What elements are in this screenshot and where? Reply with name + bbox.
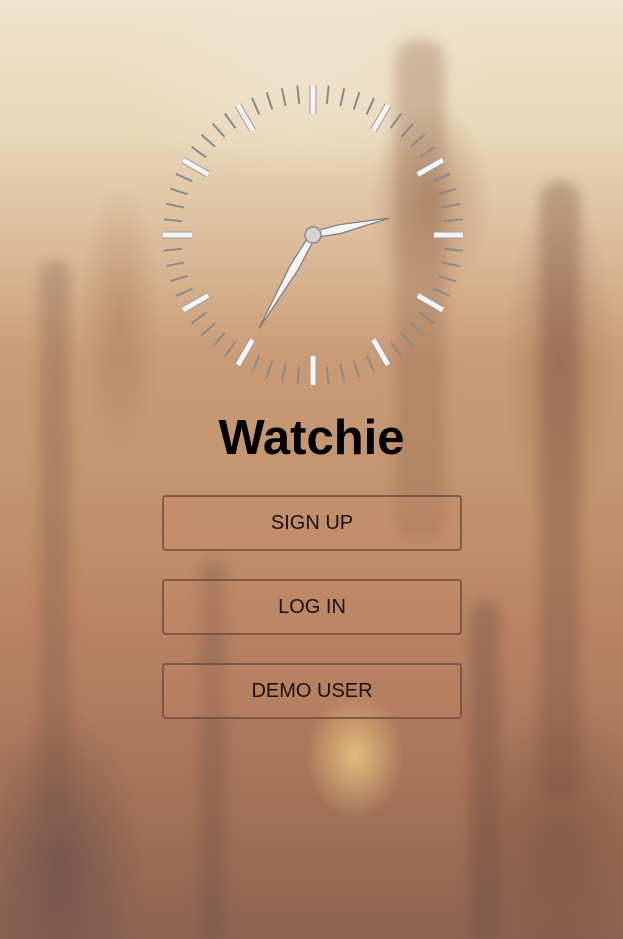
clock-hour-hand [311,217,390,239]
clock-minute-tick [166,202,185,209]
clock-minute-tick [438,187,456,196]
app-title: Watchie [218,411,405,465]
clock-minute-tick [325,366,330,385]
clock-hour-tick [371,338,391,367]
clock-minute-tick [166,261,185,268]
clock-minute-tick [191,311,207,324]
clock-minute-tick [170,274,188,283]
clock-hour-tick [235,103,255,132]
clock-minute-tick [352,360,361,378]
clock-minute-tick [410,322,426,337]
analog-clock [163,85,463,385]
clock-center-hub [304,226,322,244]
clock-minute-tick [175,173,193,183]
clock-minute-tick [400,122,415,138]
clock-minute-tick [296,85,301,104]
clock-minute-tick [389,113,402,129]
clock-minute-tick [438,274,456,283]
clock-minute-hand [258,232,317,329]
clock-minute-tick [265,360,274,378]
clock-minute-tick [211,332,226,348]
clock-minute-tick [265,92,274,110]
clock-minute-tick [339,88,346,107]
clock-hour-tick [181,157,210,177]
landing-page: Watchie SIGN UP LOG IN DEMO USER [0,0,623,939]
clock-minute-tick [200,322,216,337]
clock-minute-tick [419,146,435,159]
clock-minute-tick [444,247,463,252]
log-in-button[interactable]: LOG IN [162,579,462,635]
clock-minute-tick [400,332,415,348]
clock-minute-tick [251,97,261,115]
clock-minute-tick [224,113,237,129]
clock-minute-tick [200,133,216,148]
clock-minute-tick [419,311,435,324]
clock-minute-tick [433,173,451,183]
clock-minute-tick [325,85,330,104]
clock-minute-tick [365,355,375,373]
clock-minute-tick [211,122,226,138]
clock-minute-tick [296,366,301,385]
sign-up-button[interactable]: SIGN UP [162,495,462,551]
clock-minute-tick [444,218,463,223]
clock-minute-tick [163,247,182,252]
clock-hour-tick [235,338,255,367]
clock-hour-tick [416,157,445,177]
clock-hour-tick [416,293,445,313]
clock-minute-tick [433,287,451,297]
clock-minute-tick [441,261,460,268]
clock-hour-tick [371,103,391,132]
clock-minute-tick [280,88,287,107]
clock-minute-tick [352,92,361,110]
clock-minute-tick [170,187,188,196]
clock-minute-tick [339,363,346,382]
clock-hour-tick [181,293,210,313]
clock-minute-tick [191,146,207,159]
clock-minute-tick [224,341,237,357]
clock-minute-tick [163,218,182,223]
clock-minute-tick [389,341,402,357]
clock-minute-tick [251,355,261,373]
demo-user-button[interactable]: DEMO USER [162,663,462,719]
clock-minute-tick [175,287,193,297]
clock-minute-tick [410,133,426,148]
clock-minute-tick [280,363,287,382]
clock-minute-tick [441,202,460,209]
clock-minute-tick [365,97,375,115]
